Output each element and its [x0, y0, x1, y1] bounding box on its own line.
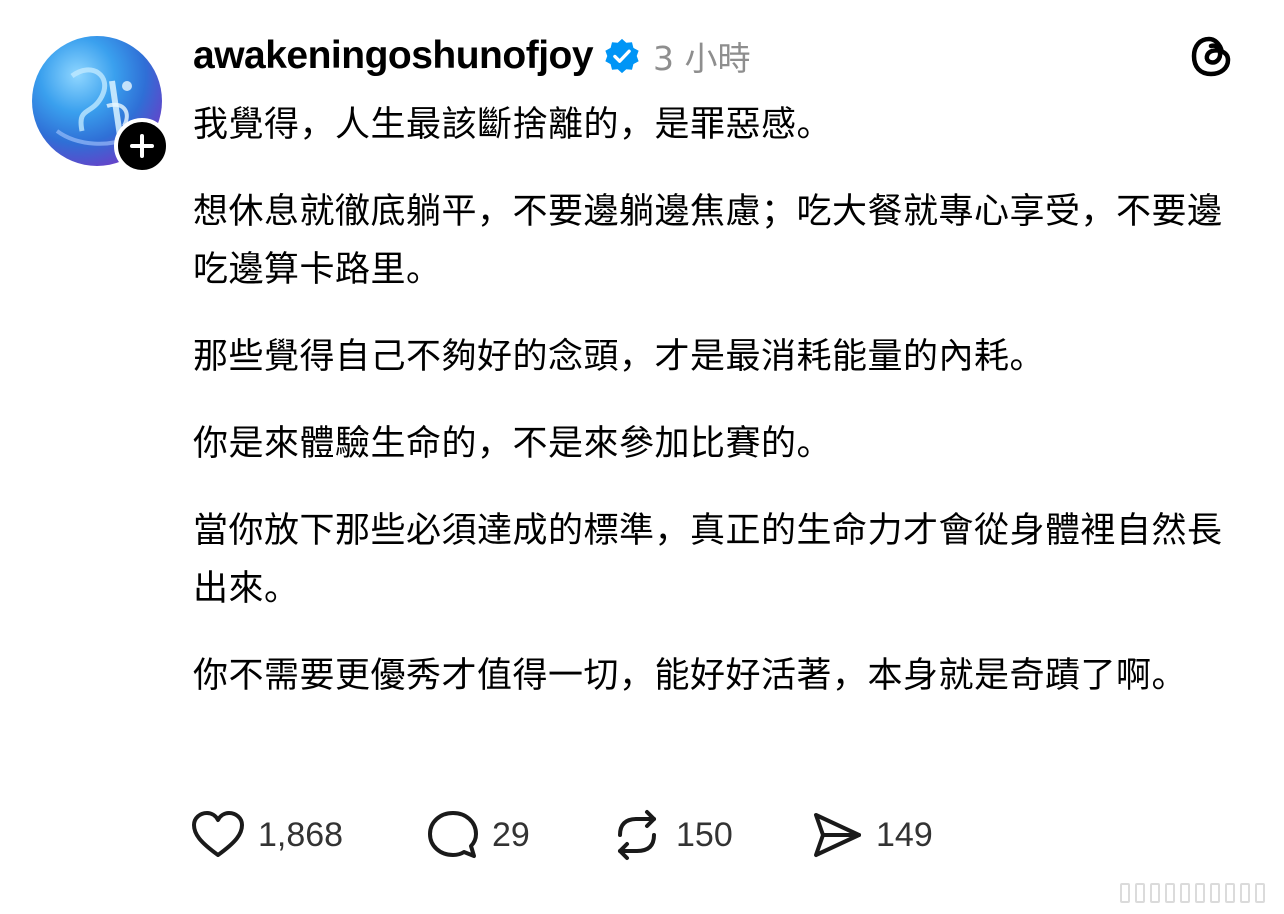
post-paragraph: 你不需要更優秀才值得一切，能好好活著，本身就是奇蹟了啊。 [193, 656, 1188, 696]
follow-button[interactable] [114, 118, 170, 174]
send-icon [814, 813, 861, 857]
threads-logo-icon[interactable] [1186, 30, 1236, 82]
post-body: 我覺得，人生最該斷捨離的，是罪惡感。 想休息就徹底躺平，不要邊躺邊焦慮；吃大餐就… [193, 96, 1253, 734]
reply-count: 29 [492, 815, 530, 854]
username-link[interactable]: awakeningoshunofjoy [193, 34, 594, 78]
like-count: 1,868 [258, 815, 344, 854]
verified-badge-icon [605, 38, 639, 74]
post-header: awakeningoshunofjoy 3 小時 [193, 28, 751, 84]
watermark-image [1120, 880, 1270, 906]
plus-icon [130, 134, 154, 158]
like-button[interactable]: 1,868 [190, 810, 426, 860]
post-paragraph: 我覺得，人生最該斷捨離的，是罪惡感。 [193, 105, 833, 145]
post-paragraph: 那些覺得自己不夠好的念頭，才是最消耗能量的內耗。 [193, 337, 1046, 377]
post-paragraph: 想休息就徹底躺平，不要邊躺邊焦慮；吃大餐就專心享受，不要邊吃邊算卡路里。 [193, 192, 1223, 290]
heart-icon [192, 811, 244, 857]
share-count: 149 [876, 815, 933, 854]
post-timestamp: 3 小時 [653, 39, 751, 78]
avatar-container[interactable] [32, 36, 170, 174]
reply-button[interactable]: 29 [426, 809, 610, 861]
post-actions-bar: 1,868 29 150 149 [190, 806, 970, 864]
repost-icon [618, 810, 656, 860]
post-paragraph: 當你放下那些必須達成的標準，真正的生命力才會從身體裡自然長出來。 [193, 511, 1223, 609]
comment-bubble-icon [428, 811, 478, 858]
post-paragraph: 你是來體驗生命的，不是來參加比賽的。 [193, 424, 833, 464]
repost-count: 150 [676, 815, 733, 854]
repost-button[interactable]: 150 [610, 809, 810, 861]
share-button[interactable]: 149 [810, 809, 970, 861]
